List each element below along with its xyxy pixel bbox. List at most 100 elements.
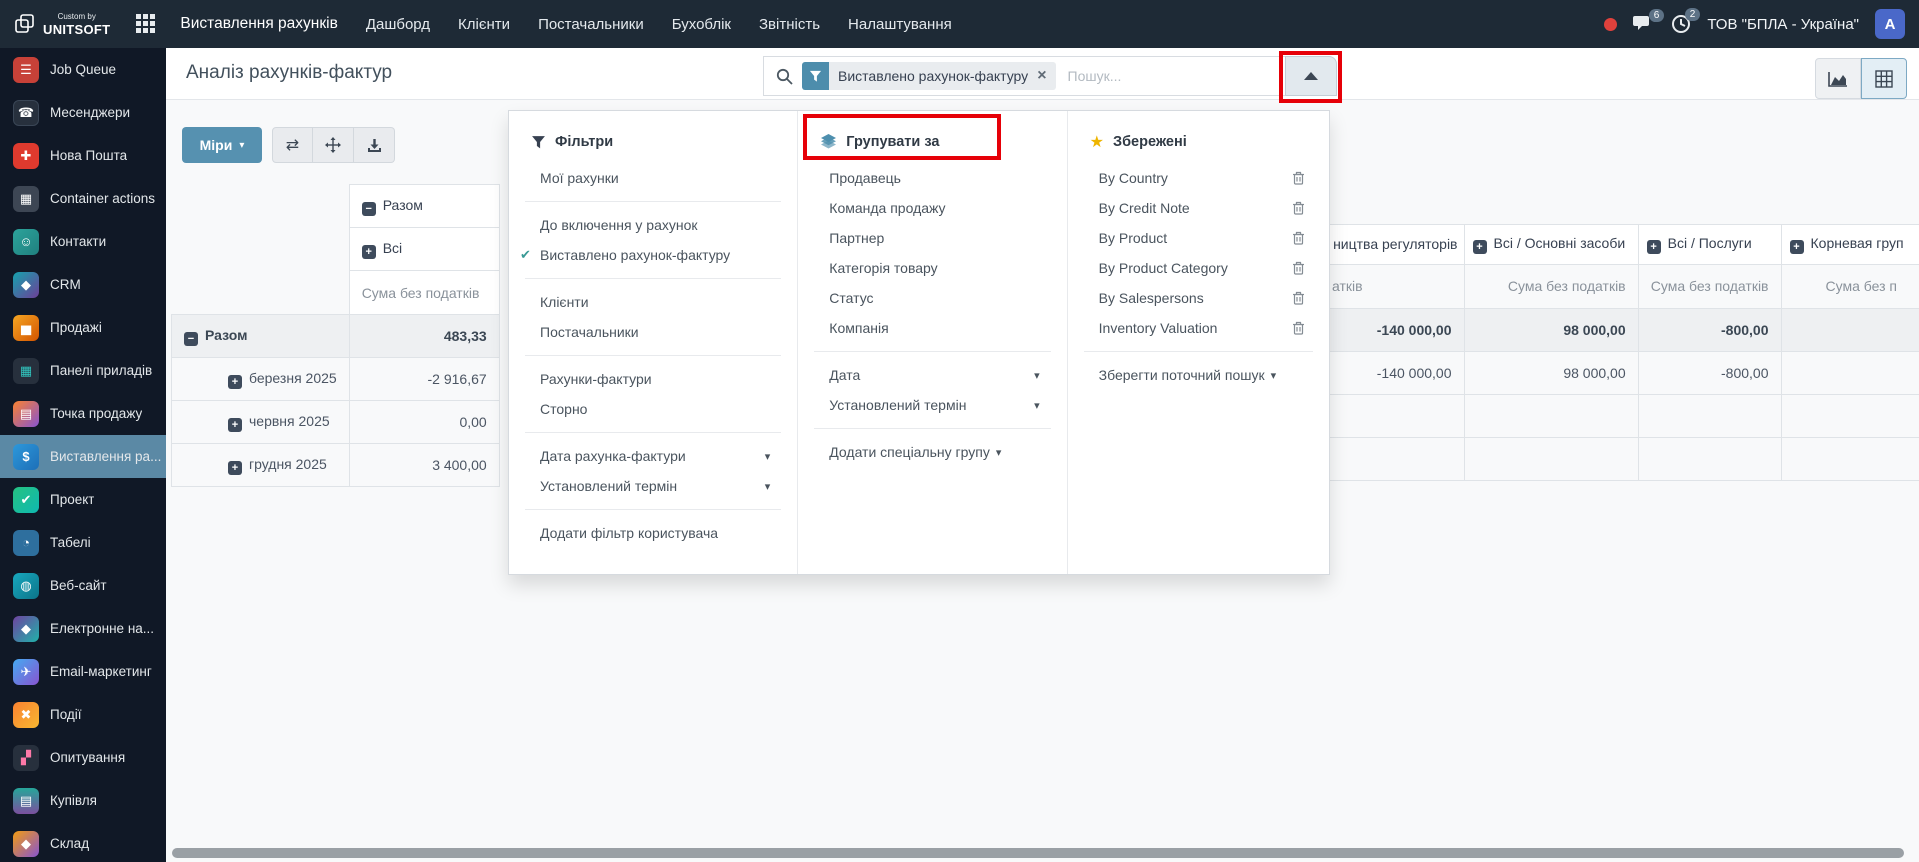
filter-refunds[interactable]: Сторно xyxy=(509,394,797,424)
menu-vendors[interactable]: Постачальники xyxy=(538,16,644,33)
filter-invoice-date[interactable]: Дата рахунка-фактури▾ xyxy=(509,441,797,471)
apps-grid-icon[interactable] xyxy=(136,14,156,34)
pivot-view-button[interactable] xyxy=(1861,58,1907,99)
pivot-col-header-fixed-assets[interactable]: +Всі / Основні засоби xyxy=(1464,224,1638,264)
facet-remove-icon[interactable]: × xyxy=(1037,67,1046,85)
sidebar-item-elearning[interactable]: ◆Електронне на... xyxy=(0,607,166,650)
save-current-search[interactable]: Зберегти поточний пошук▾ xyxy=(1068,360,1329,390)
trash-icon[interactable] xyxy=(1292,261,1305,275)
graph-view-button[interactable] xyxy=(1815,58,1861,99)
user-avatar[interactable]: A xyxy=(1875,9,1905,39)
download-button[interactable] xyxy=(354,127,395,163)
add-custom-filter[interactable]: Додати фільтр користувача xyxy=(509,518,797,548)
pivot-col-header-root-group[interactable]: +Корневая груп xyxy=(1781,224,1919,264)
filter-due-date[interactable]: Установлений термін▾ xyxy=(509,471,797,501)
favorite-by-country[interactable]: By Country xyxy=(1068,163,1329,193)
sidebar-item-contacts[interactable]: ☺Контакти xyxy=(0,220,166,263)
sidebar-item-timesheets[interactable]: ◔Табелі xyxy=(0,521,166,564)
collapse-icon[interactable]: − xyxy=(184,332,198,346)
sidebar-item-nova-poshta[interactable]: ✚Нова Пошта xyxy=(0,134,166,177)
sidebar-item-inventory[interactable]: ◆Склад xyxy=(0,822,166,862)
favorite-by-credit-note[interactable]: By Credit Note xyxy=(1068,193,1329,223)
pivot-row-header-december[interactable]: +грудня 2025 xyxy=(172,444,350,487)
sidebar-item-project[interactable]: ✔Проект xyxy=(0,478,166,521)
filter-my-invoices[interactable]: Мої рахунки xyxy=(509,163,797,193)
sidebar-item-dashboards[interactable]: ▦Панелі приладів xyxy=(0,349,166,392)
add-custom-group[interactable]: Додати спеціальну групу▾ xyxy=(798,437,1066,467)
groupby-status[interactable]: Статус xyxy=(798,283,1066,313)
download-icon xyxy=(367,138,382,153)
menu-reporting[interactable]: Звітність xyxy=(759,16,820,33)
company-switcher[interactable]: ТОВ "БПЛА - Україна" xyxy=(1707,16,1859,33)
unitsoft-logo[interactable]: Custom by UNITSOFT xyxy=(14,13,110,36)
expand-icon[interactable]: + xyxy=(228,418,242,432)
pivot-row-header-june[interactable]: +червня 2025 xyxy=(172,401,350,444)
favorite-by-salespersons[interactable]: By Salespersons xyxy=(1068,283,1329,313)
activities-button[interactable]: 2 xyxy=(1671,14,1691,34)
sidebar-item-purchase[interactable]: ▤Купівля xyxy=(0,779,166,822)
menu-dashboard[interactable]: Дашборд xyxy=(366,16,430,33)
sidebar-item-container-actions[interactable]: ▦Container actions xyxy=(0,177,166,220)
expand-icon[interactable]: + xyxy=(1473,240,1487,254)
trash-icon[interactable] xyxy=(1292,231,1305,245)
expand-icon[interactable]: + xyxy=(1647,240,1661,254)
groupby-date[interactable]: Дата▾ xyxy=(798,360,1066,390)
trash-icon[interactable] xyxy=(1292,321,1305,335)
search-options-toggle[interactable] xyxy=(1285,56,1337,96)
menu-accounting[interactable]: Бухоблік xyxy=(672,16,731,33)
menu-customers[interactable]: Клієнти xyxy=(458,16,510,33)
sidebar-item-email-marketing[interactable]: ✈Email-маркетинг xyxy=(0,650,166,693)
collapse-icon[interactable]: − xyxy=(362,202,376,216)
pivot-row-header-total[interactable]: −Разом xyxy=(172,315,350,358)
favorite-by-product-category[interactable]: By Product Category xyxy=(1068,253,1329,283)
sidebar-item-pos[interactable]: ▤Точка продажу xyxy=(0,392,166,435)
measures-button[interactable]: Міри▾ xyxy=(182,127,262,163)
sidebar-item-crm[interactable]: ◆CRM xyxy=(0,263,166,306)
expand-icon[interactable]: + xyxy=(228,461,242,475)
filter-customers[interactable]: Клієнти xyxy=(509,287,797,317)
pivot-col-header-services[interactable]: +Всі / Послуги xyxy=(1638,224,1781,264)
groupby-sales-team[interactable]: Команда продажу xyxy=(798,193,1066,223)
sidebar-item-messengers[interactable]: ☎Месенджери xyxy=(0,91,166,134)
sidebar-item-job-queue[interactable]: ☰Job Queue xyxy=(0,48,166,91)
favorite-by-product[interactable]: By Product xyxy=(1068,223,1329,253)
messages-button[interactable]: 6 xyxy=(1633,15,1655,33)
swap-axes-icon: ⇄ xyxy=(286,135,299,155)
view-switcher xyxy=(1815,58,1907,99)
pivot-row-total: −Разом 483,33 xyxy=(172,315,500,358)
pivot-col-header-total[interactable]: −Разом xyxy=(349,185,499,228)
sidebar-item-surveys[interactable]: ▞Опитування xyxy=(0,736,166,779)
groupby-product-category[interactable]: Категорія товару xyxy=(798,253,1066,283)
search-facet-chip[interactable]: Виставлено рахунок-фактуру × xyxy=(802,62,1056,90)
sidebar-item-sales[interactable]: ▅Продажі xyxy=(0,306,166,349)
groupby-partner[interactable]: Партнер xyxy=(798,223,1066,253)
sidebar-item-website[interactable]: ◍Веб-сайт xyxy=(0,564,166,607)
trash-icon[interactable] xyxy=(1292,201,1305,215)
expand-all-button[interactable] xyxy=(313,127,354,163)
sidebar-item-events[interactable]: ✖Події xyxy=(0,693,166,736)
groupby-salesperson[interactable]: Продавець xyxy=(798,163,1066,193)
trash-icon[interactable] xyxy=(1292,291,1305,305)
trash-icon[interactable] xyxy=(1292,171,1305,185)
favorite-inventory-valuation[interactable]: Inventory Valuation xyxy=(1068,313,1329,343)
menu-settings[interactable]: Налаштування xyxy=(848,16,952,33)
groupby-due-date[interactable]: Установлений термін▾ xyxy=(798,390,1066,420)
expand-icon[interactable]: + xyxy=(362,245,376,259)
expand-icon[interactable]: + xyxy=(1790,240,1804,254)
expand-icon[interactable]: + xyxy=(228,375,242,389)
search-options-dropdown: Фільтри Мої рахунки До включення у рахун… xyxy=(508,110,1330,575)
sidebar-item-invoicing[interactable]: $Виставлення ра... xyxy=(0,435,166,478)
filter-invoices[interactable]: Рахунки-фактури xyxy=(509,364,797,394)
filter-invoiced[interactable]: ✔Виставлено рахунок-фактуру xyxy=(509,240,797,270)
filter-vendors[interactable]: Постачальники xyxy=(509,317,797,347)
current-app-name[interactable]: Виставлення рахунків xyxy=(180,15,337,33)
pivot-corner-cell xyxy=(172,185,350,228)
flip-axis-button[interactable]: ⇄ xyxy=(272,127,313,163)
filter-to-invoice[interactable]: До включення у рахунок xyxy=(509,210,797,240)
pivot-row-header-march[interactable]: +березня 2025 xyxy=(172,358,350,401)
pivot-col-header-clipped[interactable]: ництва регуляторів xyxy=(1330,224,1464,264)
pivot-col-header-all[interactable]: +Всі xyxy=(349,228,499,271)
groupby-company[interactable]: Компанія xyxy=(798,313,1066,343)
horizontal-scrollbar[interactable] xyxy=(172,848,1904,858)
search-input[interactable]: Виставлено рахунок-фактуру × Пошук... xyxy=(763,56,1285,96)
